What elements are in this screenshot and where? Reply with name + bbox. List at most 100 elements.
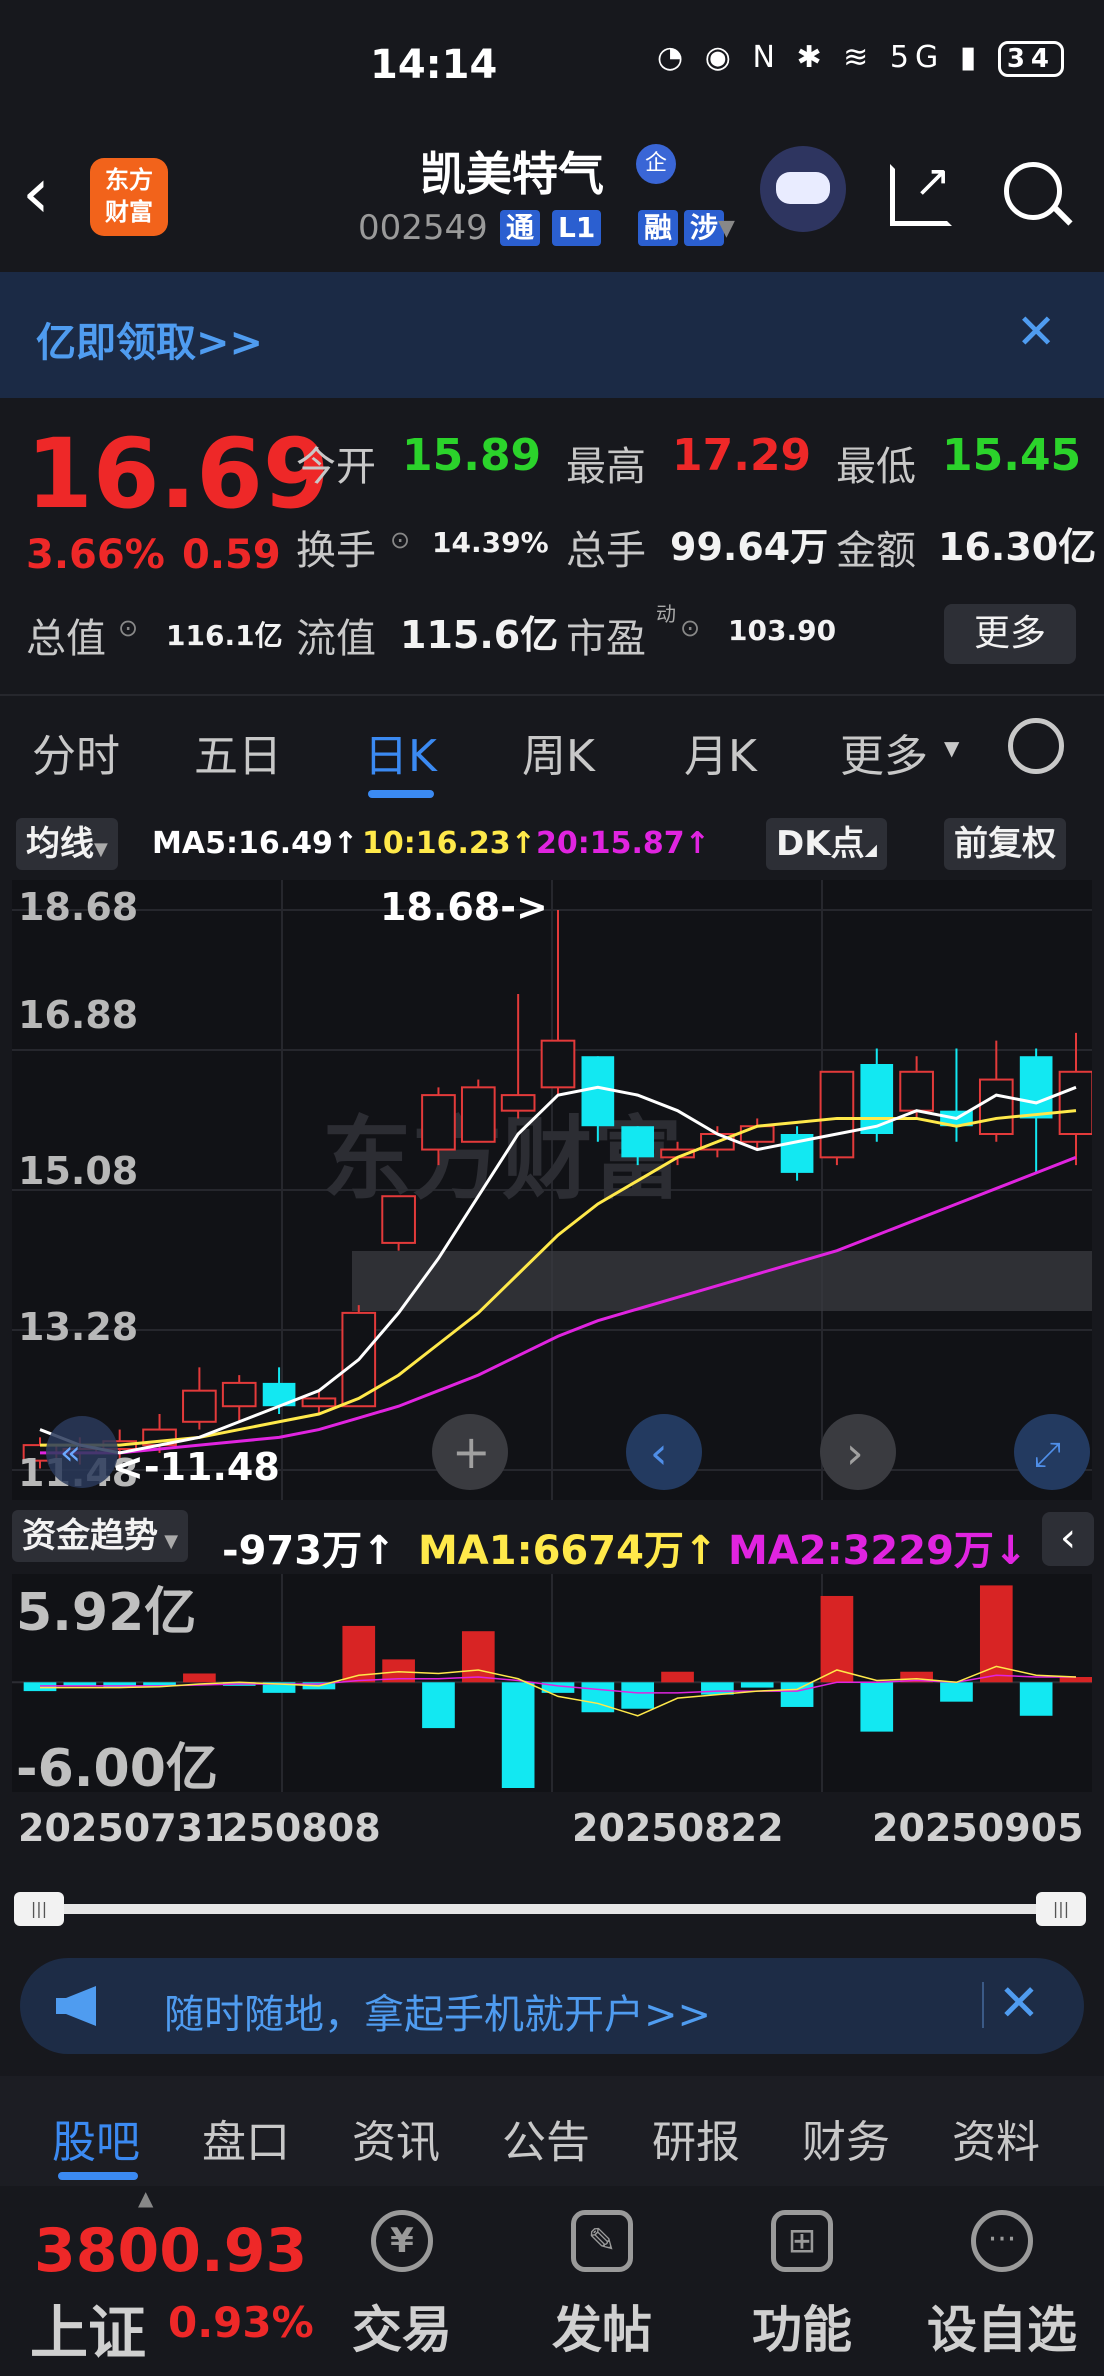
content-tabs: 股吧 盘口 资讯 公告 研报 财务 资料: [0, 2076, 1104, 2186]
tab-orderbook[interactable]: 盘口: [202, 2106, 290, 2170]
dk-corner-icon: ◢: [864, 840, 877, 859]
tab-news[interactable]: 资讯: [352, 2106, 440, 2170]
tab-more[interactable]: 更多: [840, 720, 928, 784]
tags-dropdown-icon[interactable]: ▼: [718, 216, 735, 241]
tab-announcements[interactable]: 公告: [502, 2106, 590, 2170]
top-banner[interactable]: 亿即领取>> ✕: [0, 272, 1104, 398]
nav-watchlist[interactable]: ··· 设自选: [922, 2200, 1082, 2362]
search-icon-handle: [1051, 204, 1073, 226]
stock-header: ‹ 东方 财富 凯美特气 企 002549 通 L1 融 涉 ▼ ↗: [0, 120, 1104, 270]
range-scrollbar[interactable]: ||| |||: [14, 1892, 1090, 1926]
info-icon[interactable]: ⊙: [390, 526, 410, 554]
nav-post-label: 发帖: [552, 2301, 652, 2359]
flow-bar: [621, 1682, 655, 1709]
info-icon[interactable]: ⊙: [118, 614, 138, 642]
nav-functions[interactable]: ⊞ 功能: [722, 2200, 882, 2362]
nav-watchlist-label: 设自选: [927, 2301, 1077, 2359]
candle-body: [819, 1070, 855, 1159]
tab-research[interactable]: 研报: [652, 2106, 740, 2170]
active-tab-indicator: [368, 790, 434, 798]
bluetooth-icon: ✱: [796, 40, 828, 75]
more-dots-icon: ···: [971, 2210, 1033, 2272]
high-value: 17.29: [672, 430, 812, 481]
tag-rong[interactable]: 融: [638, 210, 679, 246]
indicator-selector-label: 资金趋势: [22, 1516, 158, 1556]
tab-intraday[interactable]: 分时: [32, 720, 120, 784]
ma10-value: 10:16.23↑: [362, 826, 536, 861]
index-expand-icon[interactable]: ▲: [138, 2186, 153, 2210]
flow-bottom-label: -6.00亿: [16, 1739, 218, 1792]
settings-gear-icon[interactable]: [1008, 718, 1064, 774]
kline-chart[interactable]: 东方财富 18.68 16.88 15.08 13.28 11.48 18.68…: [12, 880, 1092, 1500]
scroll-handle-right[interactable]: |||: [1036, 1892, 1086, 1926]
float-value: 115.6亿: [400, 613, 559, 657]
scroll-handle-left[interactable]: |||: [14, 1892, 64, 1926]
ma-selector-label: 均线: [26, 824, 94, 864]
logo-line-2: 财富: [105, 198, 153, 226]
assistant-robot-icon[interactable]: [760, 146, 846, 232]
index-value[interactable]: 3800.93: [34, 2216, 307, 2286]
nfc-icon: N: [752, 40, 781, 75]
flow-bar: [780, 1682, 814, 1707]
candle-body: [381, 1195, 416, 1244]
tab-forum[interactable]: 股吧: [52, 2106, 140, 2170]
info-icon[interactable]: ⊙: [680, 614, 700, 642]
back-icon[interactable]: ‹: [22, 158, 50, 228]
current-price: 16.69: [26, 418, 330, 530]
candle-body: [460, 1086, 496, 1143]
flow-ma2: MA2:3229万↓: [728, 1528, 1028, 1574]
tag-tong[interactable]: 通: [500, 210, 541, 246]
pe-superscript: 动: [656, 602, 676, 626]
tab-finance[interactable]: 财务: [802, 2106, 890, 2170]
more-button[interactable]: 更多: [944, 604, 1076, 664]
x-label-4: 20250905: [872, 1806, 1084, 1850]
flow-bar: [979, 1585, 1013, 1683]
adjust-button[interactable]: 前复权: [944, 818, 1066, 870]
double-left-arrow-icon: «: [60, 1433, 81, 1473]
close-icon[interactable]: ✕: [1016, 304, 1056, 360]
nav-post[interactable]: ✎ 发帖: [522, 2200, 682, 2362]
ma-bar: 均线▼ MA5:16.49↑ 10:16.23↑ 20:15.87↑ DK点◢ …: [0, 812, 1104, 876]
scroll-track[interactable]: [54, 1904, 1054, 1914]
index-name[interactable]: 上证: [30, 2286, 146, 2370]
flow-bar: [860, 1682, 894, 1732]
flow-bar: [461, 1631, 495, 1683]
fund-flow-chart[interactable]: 5.92亿 -6.00亿: [12, 1574, 1092, 1792]
bottom-bar: 3800.93 ▲ 上证 0.93% ¥ 交易 ✎ 发帖 ⊞ 功能 ··· 设自…: [0, 2186, 1104, 2376]
x-label-1: 20250731: [18, 1806, 230, 1850]
index-change: 0.93%: [168, 2298, 314, 2347]
expand-icon: ⤢: [1034, 1435, 1061, 1475]
candle-body: [581, 1056, 615, 1127]
candle-body: [621, 1126, 655, 1158]
mktcap-label: 总值: [26, 616, 106, 662]
tag-l1[interactable]: L1: [552, 210, 602, 246]
tab-daily-k[interactable]: 日K: [364, 720, 437, 784]
candle-body: [500, 1094, 536, 1112]
flow-bar: [740, 1682, 774, 1688]
turnover-value: 14.39%: [432, 526, 549, 559]
candle-body: [1019, 1056, 1053, 1119]
dk-point-button[interactable]: DK点◢: [766, 818, 887, 870]
tab-profile[interactable]: 资料: [952, 2106, 1040, 2170]
x-label-2: 250808: [222, 1806, 381, 1850]
app-logo[interactable]: 东方 财富: [90, 158, 168, 236]
pe-label: 市盈: [566, 616, 646, 662]
enterprise-badge: 企: [636, 144, 676, 184]
promo-text[interactable]: 随时随地，拿起手机就开户>>: [164, 1982, 711, 2040]
stock-code: 002549: [358, 208, 488, 248]
scroll-left-fast-icon[interactable]: [46, 1416, 118, 1488]
nav-trade[interactable]: ¥ 交易: [322, 2200, 482, 2362]
collapse-icon[interactable]: ‹: [1042, 1512, 1094, 1566]
tab-monthly-k[interactable]: 月K: [684, 720, 757, 784]
tab-five-day[interactable]: 五日: [194, 720, 282, 784]
candle-body: [221, 1381, 257, 1408]
turnover-label: 换手: [296, 528, 376, 574]
ma-selector[interactable]: 均线▼: [16, 818, 118, 870]
quote-panel: 16.69 3.66% 0.59 今开 15.89 最高 17.29 最低 15…: [0, 398, 1104, 690]
indicator-selector[interactable]: 资金趋势 ▼: [12, 1510, 189, 1562]
promo-close-icon[interactable]: ✕: [998, 1974, 1040, 2032]
banner-text[interactable]: 亿即领取>>: [36, 310, 263, 368]
tab-weekly-k[interactable]: 周K: [522, 720, 595, 784]
low-label: 最低: [836, 444, 916, 490]
promo-banner[interactable]: 随时随地，拿起手机就开户>> ✕: [20, 1958, 1084, 2054]
